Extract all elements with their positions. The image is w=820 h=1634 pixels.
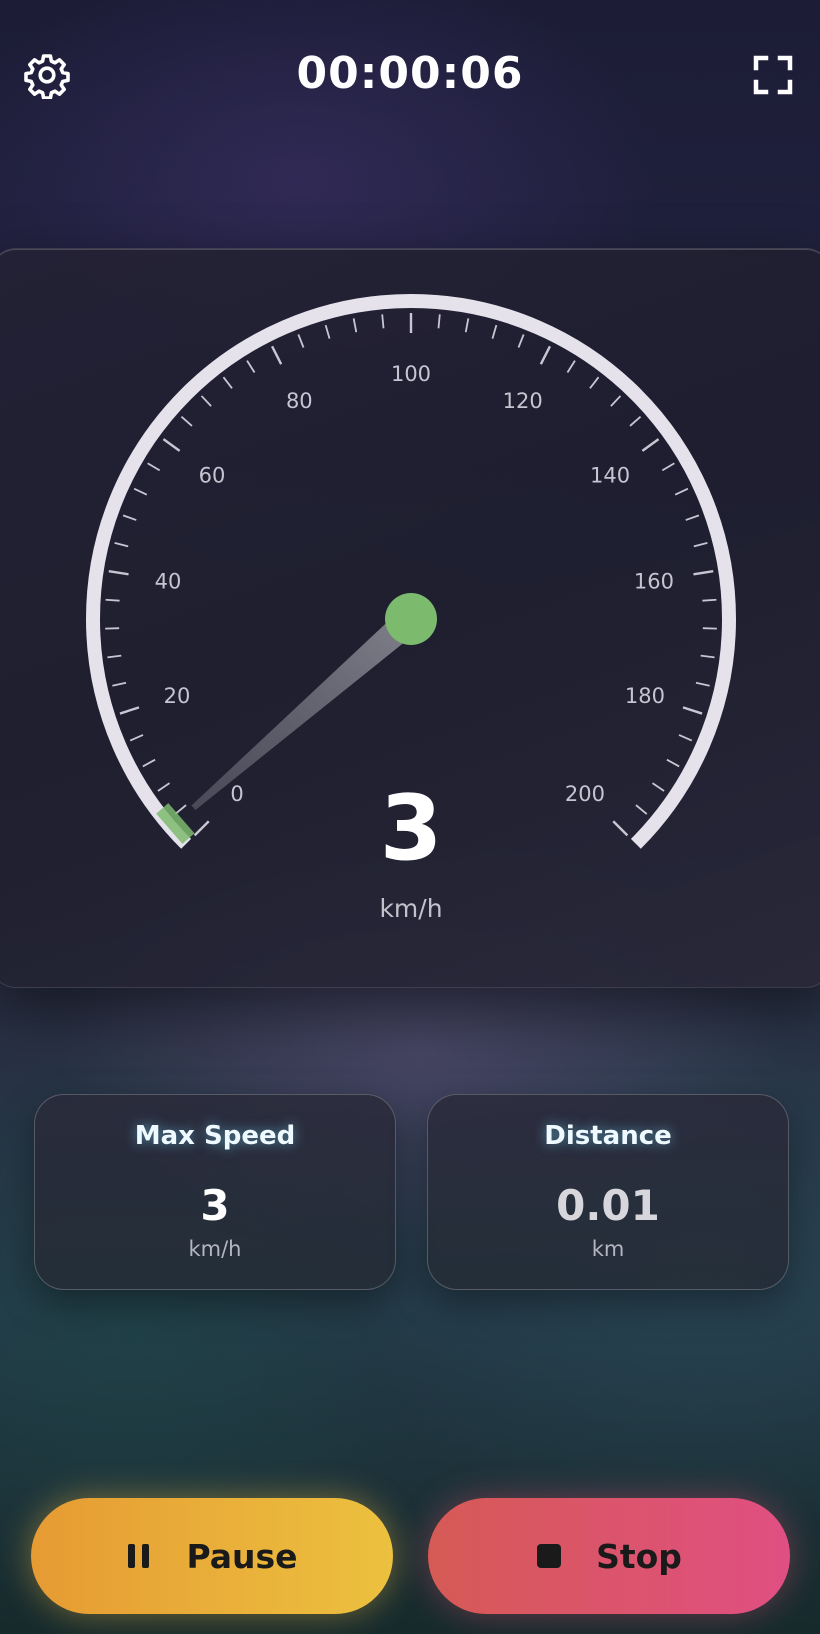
dial-tick [246, 360, 256, 373]
dial-tick [678, 734, 693, 742]
max-speed-unit: km/h [188, 1237, 242, 1261]
dial-tick [702, 598, 717, 602]
dial-tick [147, 462, 161, 472]
dial-tick [122, 514, 137, 521]
dial-tick [108, 569, 129, 576]
dial-tick [437, 314, 441, 329]
speedometer-gauge: 0 20 40 60 80 100 120 140 160 180 200 3 km/h [86, 294, 736, 923]
dial-tick-label: 180 [625, 684, 665, 708]
dial-tick [133, 487, 148, 496]
fullscreen-icon [753, 55, 793, 95]
current-speed-value: 3 [380, 776, 443, 881]
dial-tick-label: 60 [199, 463, 226, 487]
settings-button[interactable] [22, 50, 72, 100]
dial-tick [112, 681, 127, 687]
dial-tick [105, 598, 120, 602]
dial-tick [661, 462, 675, 472]
dial-tick [324, 324, 331, 339]
pause-icon [126, 1542, 152, 1570]
dial-tick-label: 40 [155, 570, 182, 594]
gear-icon [24, 54, 70, 99]
elapsed-timer: 00:00:06 [296, 48, 524, 99]
dial-tick [114, 542, 129, 548]
dial-tick-labels: 0 20 40 60 80 100 120 140 160 180 200 [155, 362, 674, 806]
dial-tick [612, 820, 629, 837]
dial-tick [180, 415, 193, 427]
dial-tick-label: 160 [634, 570, 674, 594]
stop-icon [536, 1543, 562, 1569]
fullscreen-button[interactable] [748, 50, 798, 100]
dial-tick [381, 314, 385, 329]
dial-tick [271, 345, 283, 365]
max-speed-label: Max Speed [134, 1121, 296, 1151]
dial-tick-label: 140 [590, 463, 630, 487]
dial-tick [629, 415, 642, 427]
dial-tick [200, 395, 212, 407]
dial-tick [157, 782, 170, 792]
dial-tick [142, 758, 156, 768]
dial-tick-label: 0 [230, 782, 243, 806]
dial-tick-label: 20 [164, 684, 191, 708]
distance-card: Distance 0.01 km [427, 1094, 789, 1290]
dial-tick [682, 706, 703, 715]
dial-tick [589, 376, 600, 389]
dial-tick-label: 100 [391, 362, 431, 386]
dial-tick [700, 654, 715, 659]
dial-tick [652, 782, 665, 792]
distance-unit: km [591, 1237, 625, 1261]
dial-tick [610, 395, 622, 407]
distance-value: 0.01 [556, 1181, 660, 1230]
dial-tick [162, 438, 181, 452]
dial-tick-label: 200 [565, 782, 605, 806]
dial-tick [566, 360, 576, 373]
dial-tick [517, 334, 525, 348]
dial-tick [491, 324, 498, 339]
dial-tick [107, 654, 122, 659]
current-speed-unit: km/h [379, 894, 442, 923]
pause-label: Pause [186, 1536, 298, 1576]
speedometer-card: 0 20 40 60 80 100 120 140 160 180 200 3 km/h [0, 248, 820, 988]
max-speed-value: 3 [200, 1181, 230, 1230]
dial-tick [174, 804, 187, 815]
dial-tick [693, 542, 708, 548]
stop-button[interactable]: Stop [428, 1498, 790, 1614]
distance-label: Distance [544, 1121, 672, 1151]
dial-tick [464, 318, 470, 333]
dial-tick [297, 334, 305, 348]
dial-tick [635, 804, 648, 815]
dial-tick [674, 487, 689, 496]
pause-button[interactable]: Pause [31, 1498, 393, 1614]
max-speed-card: Max Speed 3 km/h [34, 1094, 396, 1290]
dial-tick [685, 514, 700, 521]
stop-label: Stop [596, 1536, 682, 1576]
dial-tick [352, 318, 358, 333]
dial-tick [193, 820, 210, 837]
dial-tick [222, 376, 233, 389]
dial-tick [695, 681, 710, 687]
dial-tick [129, 734, 144, 742]
dial-tick [539, 345, 551, 365]
dial-tick [641, 438, 660, 452]
dial-tick [693, 569, 714, 576]
dial-tick-label: 80 [286, 389, 313, 413]
dial-tick [666, 758, 680, 768]
dial-tick-label: 120 [503, 389, 543, 413]
dial-tick [119, 706, 140, 715]
needle-hub [385, 593, 437, 645]
